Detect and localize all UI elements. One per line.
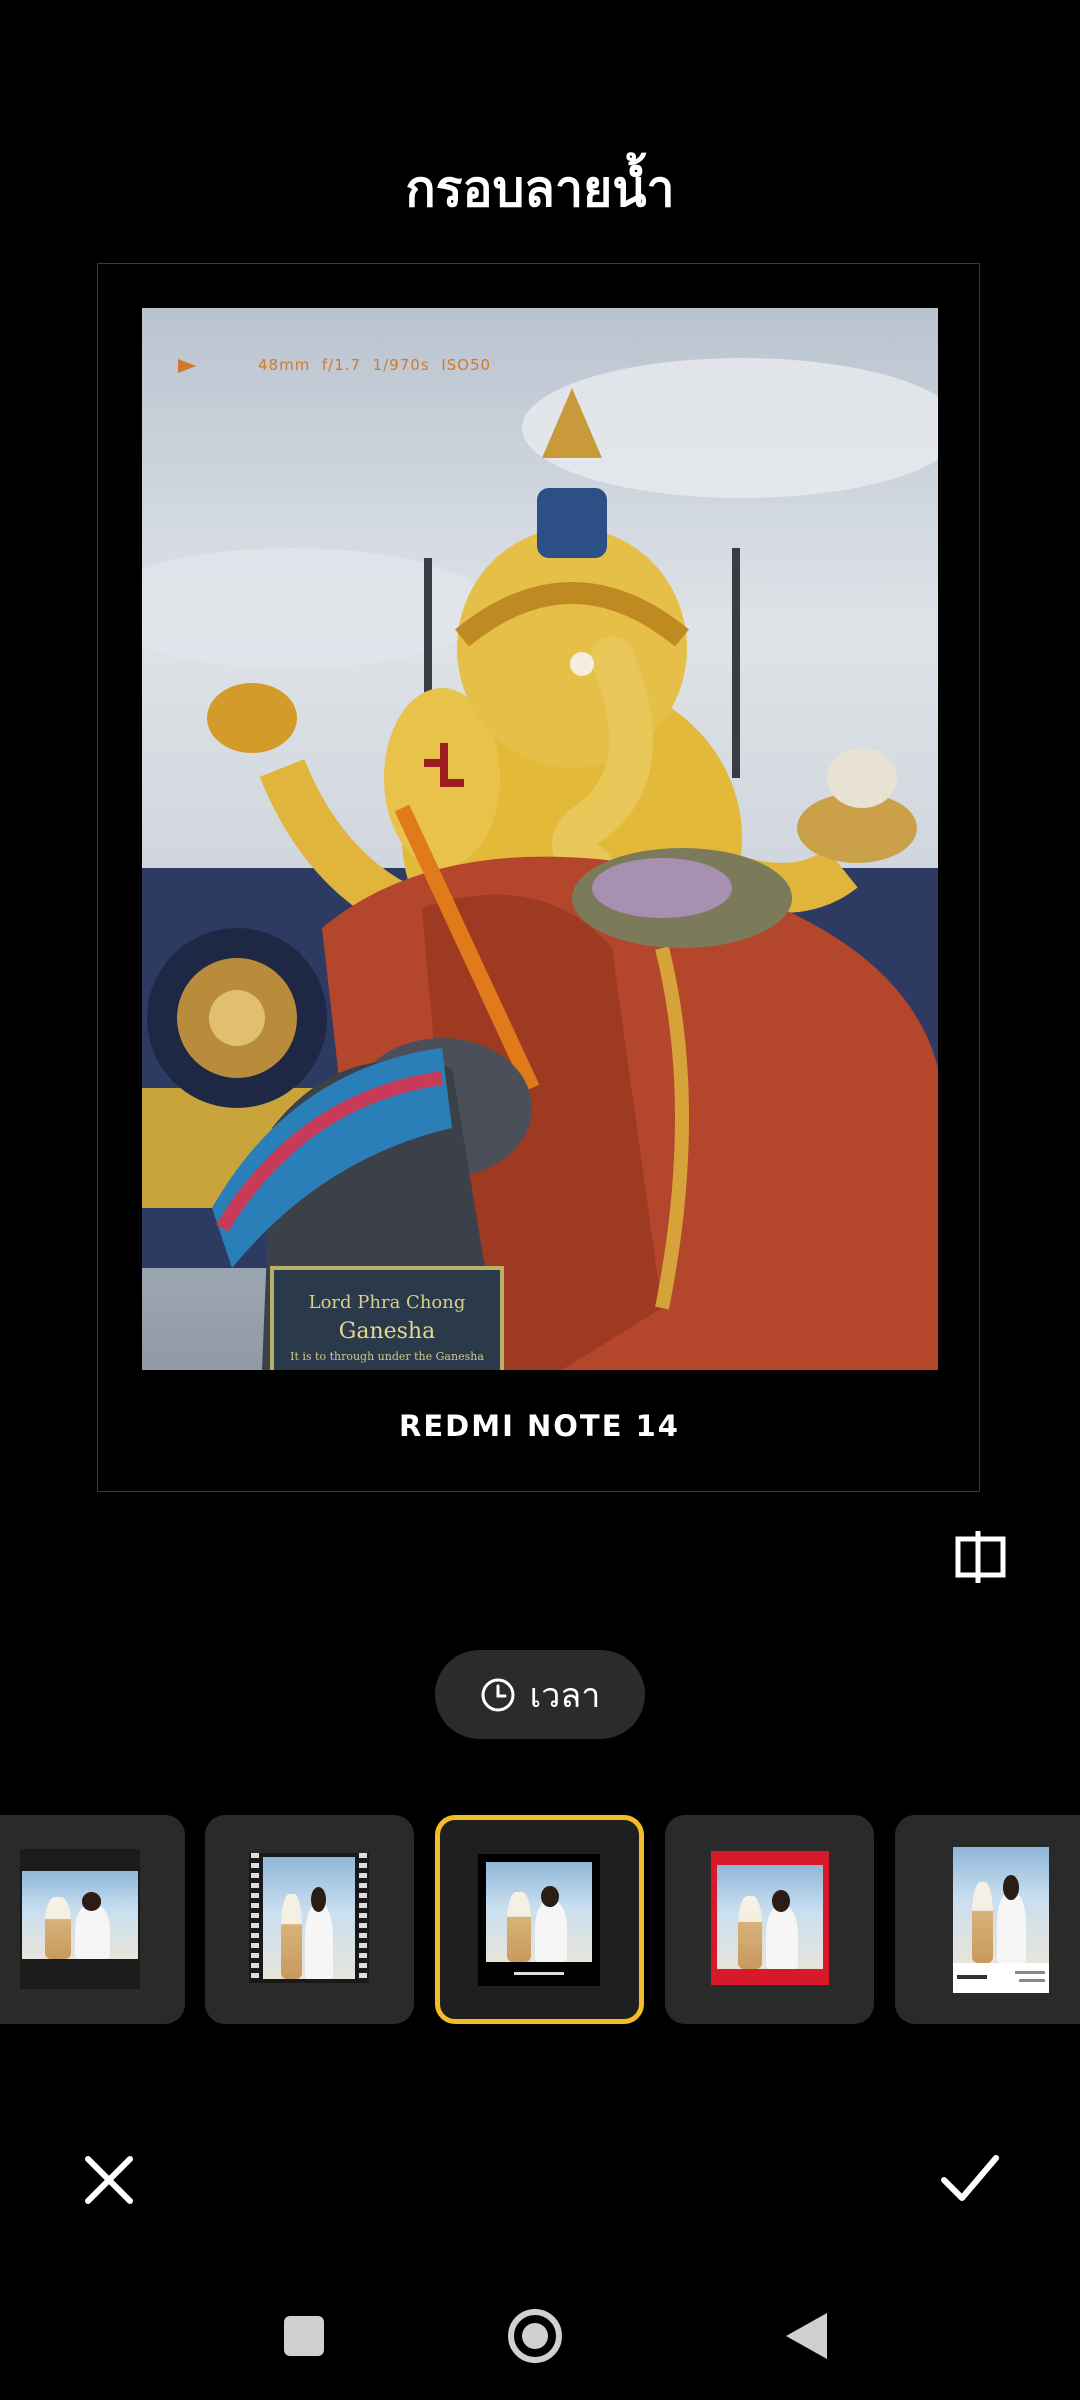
close-icon[interactable]: [84, 2155, 134, 2205]
frame-option-preview: [20, 1849, 140, 1989]
camera-mark-icon: [178, 358, 196, 373]
frame-option-picture: [263, 1857, 355, 1979]
plaque-line1: Lord Phra Chong: [309, 1292, 466, 1313]
page-title: กรอบลายน้ำ: [405, 160, 675, 218]
ganesha-statue-image: Lord Phra Chong Ganesha It is to through…: [142, 358, 938, 1370]
frame-option-white-polaroid[interactable]: [895, 1815, 1080, 2024]
mini-caption: [1019, 1979, 1045, 1982]
mini-caption: [1015, 1971, 1045, 1974]
plaque-line3: It is to through under the Ganesha: [290, 1350, 484, 1363]
back-icon[interactable]: [786, 2313, 827, 2359]
ice-cream-cone: [45, 1897, 71, 1959]
exif-shutter: 1/970s: [372, 356, 430, 374]
woman-figure: [765, 1890, 798, 1969]
mini-caption: [514, 1972, 564, 1975]
checkmark-icon[interactable]: [940, 2152, 1000, 2204]
plaque-line2: Ganesha: [339, 1319, 435, 1344]
watermark-frame-preview: Lord Phra Chong Ganesha It is to through…: [97, 263, 980, 1492]
exif-watermark: 48mm f/1.7 1/970s ISO50: [178, 356, 491, 374]
woman-figure: [534, 1886, 567, 1962]
ice-cream-cone: [972, 1881, 994, 1963]
compare-icon[interactable]: [950, 1531, 1006, 1583]
exif-focal: 48mm: [258, 356, 311, 374]
frame-option-preview: [478, 1854, 600, 1986]
exif-aperture: f/1.7: [321, 356, 362, 374]
frame-option-preview: [953, 1847, 1049, 1993]
time-toggle-button[interactable]: เวลา: [435, 1650, 645, 1739]
frame-option-black-border[interactable]: [435, 1815, 644, 2024]
frame-option-film-negative[interactable]: [205, 1815, 414, 2024]
frame-option-picture: [22, 1871, 138, 1959]
frame-option-red-border[interactable]: [665, 1815, 874, 2024]
frame-option-picture: [953, 1847, 1049, 1963]
film-perforations: [359, 1853, 367, 1983]
recents-icon[interactable]: [284, 2316, 324, 2356]
system-navigation-bar: [284, 2309, 827, 2363]
clock-icon: [481, 1678, 515, 1711]
mini-caption: [957, 1975, 987, 1979]
time-toggle-label: เวลา: [529, 1675, 601, 1716]
frame-option-preview: [249, 1853, 369, 1983]
ice-cream-cone: [507, 1892, 531, 1962]
frame-option-picture: [486, 1862, 592, 1962]
device-model-label: REDMI NOTE 14: [399, 1409, 680, 1443]
woman-figure: [305, 1886, 333, 1979]
frame-option-filmstrip-dark[interactable]: [0, 1815, 185, 2024]
ice-cream-cone: [738, 1896, 762, 1969]
woman-figure: [75, 1892, 111, 1959]
woman-figure: [997, 1875, 1026, 1963]
frame-style-carousel[interactable]: [0, 1815, 1080, 2024]
exif-iso: ISO50: [441, 356, 492, 374]
ice-cream-cone: [281, 1893, 302, 1979]
film-perforations: [251, 1853, 259, 1983]
frame-option-picture: [717, 1865, 823, 1969]
preview-photo: Lord Phra Chong Ganesha It is to through…: [142, 308, 938, 1370]
frame-option-preview: [711, 1851, 829, 1985]
